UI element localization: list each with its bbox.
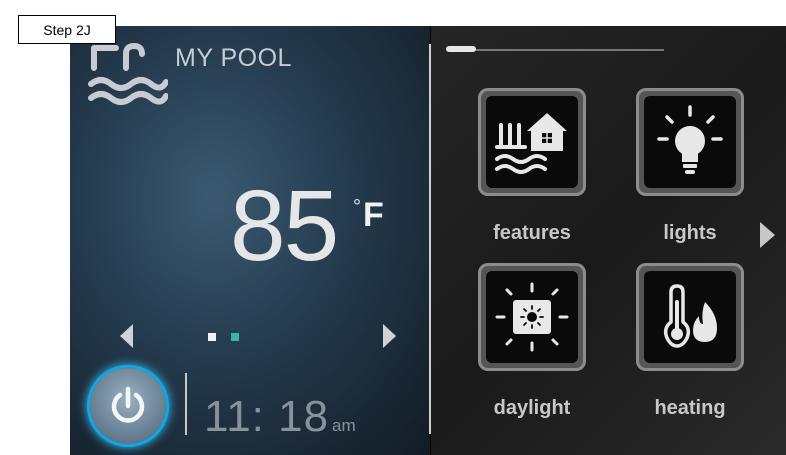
temperature-unit: F	[363, 196, 384, 234]
power-icon	[111, 386, 145, 423]
scroll-track	[448, 49, 664, 51]
features-tile[interactable]	[478, 88, 586, 196]
pool-controller-screen: MY POOL 85 ° F 11: 18 am features lights…	[70, 26, 786, 455]
lights-tile[interactable]	[636, 88, 744, 196]
pool-title: MY POOL	[175, 44, 292, 72]
lights-label: lights	[663, 222, 717, 244]
light-bulb-icon	[657, 105, 723, 174]
previous-arrow-icon[interactable]	[120, 324, 133, 348]
daylight-tile[interactable]	[478, 263, 586, 371]
degree-symbol: °	[353, 196, 361, 218]
temperature-value: 85	[230, 170, 339, 282]
page-indicator-dot-active	[231, 333, 239, 341]
step-label: Step 2J	[18, 15, 116, 44]
daylight-icon	[495, 282, 569, 352]
features-icon	[495, 113, 567, 174]
page-indicator-dot	[208, 333, 216, 341]
thermometer-flame-icon	[663, 284, 717, 348]
pool-icon	[88, 43, 168, 105]
features-label: features	[493, 222, 571, 244]
left-panel: MY POOL 85 ° F 11: 18 am	[70, 26, 430, 455]
next-arrow-icon[interactable]	[383, 324, 396, 348]
time-divider	[185, 373, 187, 435]
daylight-label: daylight	[493, 397, 571, 419]
clock-ampm: am	[332, 416, 356, 435]
scroll-thumb[interactable]	[446, 46, 476, 52]
clock-time: 11: 18	[204, 392, 330, 441]
next-page-arrow-icon[interactable]	[760, 222, 775, 248]
heating-label: heating	[654, 397, 726, 419]
power-button[interactable]	[90, 368, 166, 444]
heating-tile[interactable]	[636, 263, 744, 371]
